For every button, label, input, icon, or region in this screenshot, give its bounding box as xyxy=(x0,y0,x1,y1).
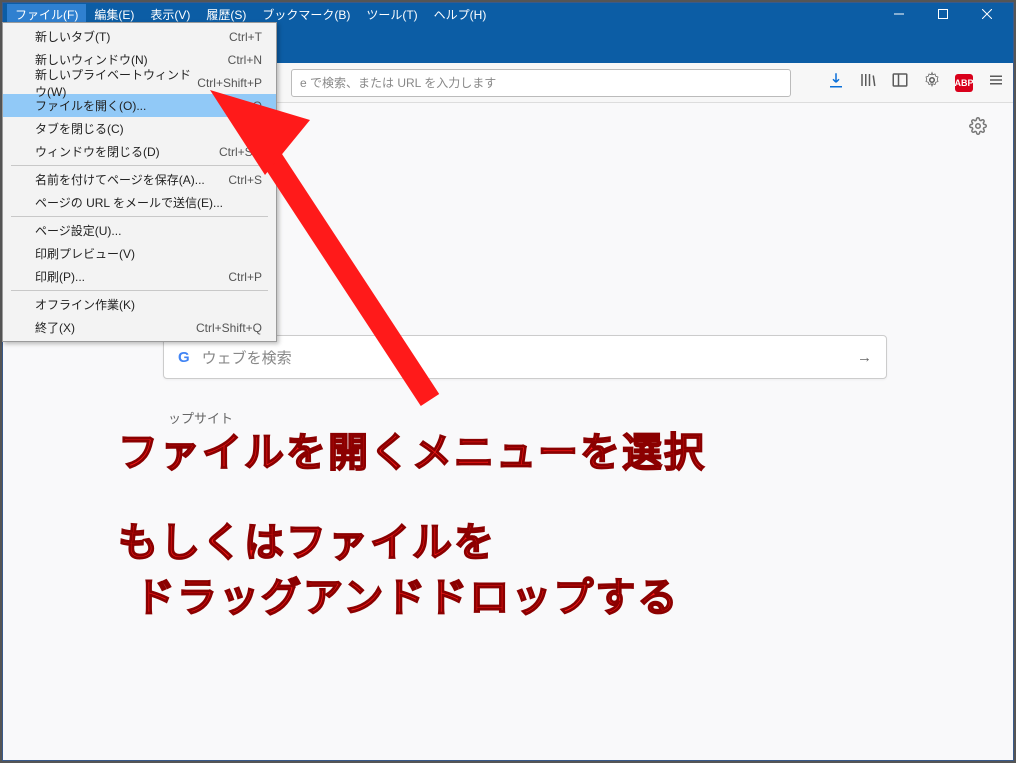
maximize-button[interactable] xyxy=(921,3,965,25)
hamburger-menu-icon[interactable] xyxy=(987,71,1005,94)
window-controls xyxy=(877,3,1009,25)
downloads-icon[interactable] xyxy=(827,71,845,94)
url-input[interactable]: e で検索、または URL を入力します xyxy=(291,69,791,97)
menu-new-private-window[interactable]: 新しいプライベートウィンドウ(W)Ctrl+Shift+P xyxy=(3,71,276,94)
menu-print-preview[interactable]: 印刷プレビュー(V) xyxy=(3,242,276,265)
minimize-button[interactable] xyxy=(877,3,921,25)
menu-print[interactable]: 印刷(P)...Ctrl+P xyxy=(3,265,276,288)
menu-close-window[interactable]: ウィンドウを閉じる(D)Ctrl+Shi xyxy=(3,140,276,163)
nav-icons: ABP xyxy=(827,71,1005,94)
page-settings-icon[interactable] xyxy=(969,117,987,140)
close-button[interactable] xyxy=(965,3,1009,25)
file-menu-dropdown: 新しいタブ(T)Ctrl+T 新しいウィンドウ(N)Ctrl+N 新しいプライベ… xyxy=(2,22,277,342)
annotation-text-2: もしくはファイルを xyxy=(118,510,496,568)
menu-exit[interactable]: 終了(X)Ctrl+Shift+Q xyxy=(3,316,276,339)
search-placeholder: ウェブを検索 xyxy=(202,347,292,368)
library-icon[interactable] xyxy=(859,71,877,94)
menu-tools[interactable]: ツール(T) xyxy=(358,4,425,25)
menu-save-as[interactable]: 名前を付けてページを保存(A)...Ctrl+S xyxy=(3,168,276,191)
menu-open-file[interactable]: ファイルを開く(O)...Ctrl+O xyxy=(3,94,276,117)
menu-close-tab[interactable]: タブを閉じる(C) xyxy=(3,117,276,140)
menu-new-tab[interactable]: 新しいタブ(T)Ctrl+T xyxy=(3,25,276,48)
menu-email-link[interactable]: ページの URL をメールで送信(E)... xyxy=(3,191,276,214)
annotation-text-1: ファイルを開くメニューを選択 xyxy=(118,420,706,478)
menu-page-setup[interactable]: ページ設定(U)... xyxy=(3,219,276,242)
menu-work-offline[interactable]: オフライン作業(K) xyxy=(3,293,276,316)
annotation-text-3: ドラッグアンドドロップする xyxy=(135,565,679,623)
abp-icon[interactable]: ABP xyxy=(955,74,973,92)
menu-help[interactable]: ヘルプ(H) xyxy=(426,4,495,25)
google-logo-icon: G xyxy=(178,349,190,366)
sidebar-icon[interactable] xyxy=(891,71,909,94)
addon-gear-icon[interactable] xyxy=(923,71,941,94)
search-go-icon[interactable]: → xyxy=(857,349,872,366)
